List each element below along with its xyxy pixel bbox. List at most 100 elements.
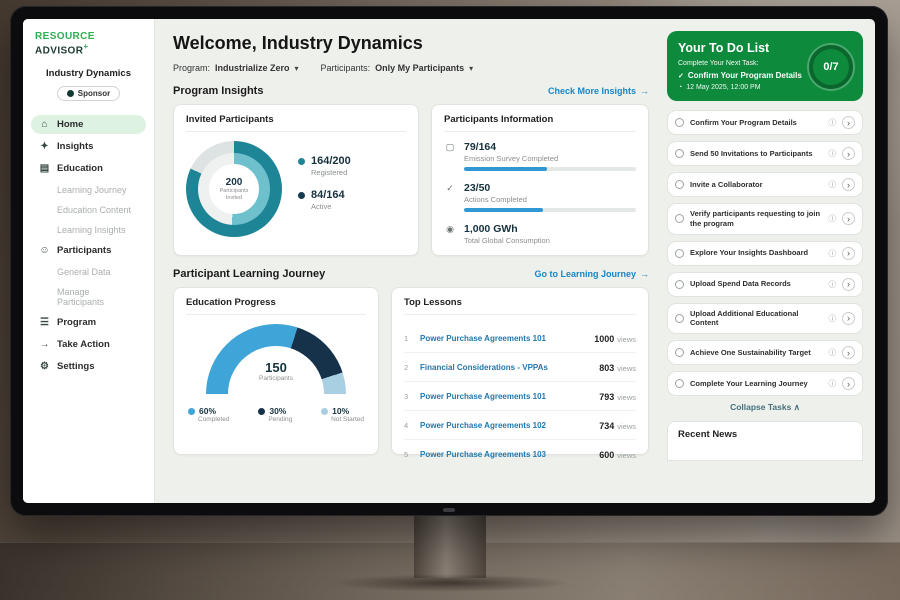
participants-dropdown[interactable]: Participants: Only My Participants ▾ <box>321 63 474 73</box>
task-label: Confirm Your Program Details <box>690 118 823 128</box>
lesson-views-label: views <box>617 451 636 460</box>
participants-dropdown-label: Participants: <box>321 63 371 73</box>
sidebar-item-participants[interactable]: ☺ Participants <box>31 241 146 260</box>
filter-bar: Program: Industrialize Zero ▾ Participan… <box>173 63 649 73</box>
lesson-link[interactable]: Power Purchase Agreements 101 <box>420 334 586 343</box>
collapse-tasks-button[interactable]: Collapse Tasks ∧ <box>667 402 863 413</box>
task-send-invitations[interactable]: Send 50 Invitations to Participants ⓘ › <box>667 141 863 166</box>
sidebar-item-education-content[interactable]: Education Content <box>31 201 146 219</box>
task-upload-spend-data[interactable]: Upload Spend Data Records ⓘ › <box>667 272 863 297</box>
task-checkbox[interactable] <box>675 379 684 388</box>
chevron-right-icon[interactable]: › <box>842 278 855 291</box>
sidebar-item-program[interactable]: ☰ Program <box>31 313 146 332</box>
task-checkbox[interactable] <box>675 280 684 289</box>
legend-item-active: 84/164 Active <box>298 189 351 211</box>
not-started-dot-icon <box>321 408 328 415</box>
education-gauge: 150 Participants <box>206 324 346 396</box>
donut-center-value: 200 <box>226 177 243 188</box>
sidebar-nav: ⌂ Home ✦ Insights ▤ Education Learning J… <box>31 115 146 376</box>
sidebar-item-learning-journey[interactable]: Learning Journey <box>31 181 146 199</box>
chevron-right-icon[interactable]: › <box>842 147 855 160</box>
invited-participants-card: Invited Participants 200 Participants In… <box>173 104 419 256</box>
sidebar-item-learning-insights[interactable]: Learning Insights <box>31 221 146 239</box>
legend-item-completed: 60% Completed <box>188 406 229 423</box>
chevron-right-icon[interactable]: › <box>842 312 855 325</box>
task-checkbox[interactable] <box>675 180 684 189</box>
task-label: Send 50 Invitations to Participants <box>690 149 823 159</box>
task-checkbox[interactable] <box>675 118 684 127</box>
sidebar-item-label: Learning Journey <box>57 185 127 195</box>
task-achieve-sustainability-target[interactable]: Achieve One Sustainability Target ⓘ › <box>667 340 863 365</box>
pending-dot-icon <box>258 408 265 415</box>
lesson-link[interactable]: Power Purchase Agreements 102 <box>420 421 591 430</box>
home-icon: ⌂ <box>39 119 50 130</box>
lesson-row: 3 Power Purchase Agreements 101 793views <box>404 382 636 411</box>
sidebar-item-label: Education Content <box>57 205 131 215</box>
donut-center-label: Participants Invited <box>217 188 251 201</box>
task-invite-collaborator[interactable]: Invite a Collaborator ⓘ › <box>667 172 863 197</box>
card-title: Participants Information <box>444 114 636 132</box>
photo-background: RESOURCE ADVISOR+ Industry Dynamics Spon… <box>0 0 900 600</box>
task-checkbox[interactable] <box>675 314 684 323</box>
legend-label: Registered <box>311 168 351 177</box>
lesson-views-label: views <box>617 335 636 344</box>
chevron-right-icon[interactable]: › <box>842 212 855 225</box>
progress-bar <box>464 167 636 171</box>
sidebar-item-education[interactable]: ▤ Education <box>31 159 146 178</box>
survey-icon: ▢ <box>444 141 456 171</box>
sidebar-item-label: Program <box>57 317 96 328</box>
sidebar-item-general-data[interactable]: General Data <box>31 263 146 281</box>
lesson-views-value: 803 <box>599 363 614 373</box>
sidebar-item-label: Participants <box>57 245 111 256</box>
todo-summary-card: Your To Do List Complete Your Next Task:… <box>667 31 863 101</box>
task-verify-participants[interactable]: Verify participants requesting to join t… <box>667 203 863 235</box>
sidebar-item-label: Insights <box>57 141 93 152</box>
sidebar-item-home[interactable]: ⌂ Home <box>31 115 146 134</box>
task-checkbox[interactable] <box>675 249 684 258</box>
stand-shadow <box>330 574 570 592</box>
lesson-link[interactable]: Power Purchase Agreements 103 <box>420 450 591 459</box>
legend-value: 164/200 <box>311 155 351 167</box>
brand-name-primary: RESOURCE <box>35 31 95 42</box>
info-icon: ⓘ <box>829 313 837 324</box>
chevron-right-icon[interactable]: › <box>842 178 855 191</box>
lesson-link[interactable]: Financial Considerations - VPPAs <box>420 363 591 372</box>
active-dot-icon <box>298 192 305 199</box>
task-checkbox[interactable] <box>675 149 684 158</box>
task-complete-learning-journey[interactable]: Complete Your Learning Journey ⓘ › <box>667 371 863 396</box>
info-icon: ⓘ <box>829 148 837 159</box>
chevron-right-icon[interactable]: › <box>842 377 855 390</box>
sponsor-badge-label: Sponsor <box>78 89 110 98</box>
donut-ring-inner: 200 Participants Invited <box>198 153 270 225</box>
info-icon: ⓘ <box>829 279 837 290</box>
insights-cards-row: Invited Participants 200 Participants In… <box>173 104 649 256</box>
dashboard-screen: RESOURCE ADVISOR+ Industry Dynamics Spon… <box>23 19 875 503</box>
info-icon: ⓘ <box>829 179 837 190</box>
chevron-right-icon[interactable]: › <box>842 346 855 359</box>
lesson-link[interactable]: Power Purchase Agreements 101 <box>420 392 591 401</box>
task-checkbox[interactable] <box>675 214 684 223</box>
program-dropdown[interactable]: Program: Industrialize Zero ▾ <box>173 63 299 73</box>
program-dropdown-label: Program: <box>173 63 210 73</box>
chevron-right-icon[interactable]: › <box>842 247 855 260</box>
program-insights-section-header: Program Insights Check More Insights → <box>173 85 649 97</box>
sidebar-item-manage-participants[interactable]: Manage Participants <box>31 283 146 311</box>
task-checkbox[interactable] <box>675 348 684 357</box>
lesson-views-value: 600 <box>599 450 614 460</box>
sidebar-item-insights[interactable]: ✦ Insights <box>31 137 146 156</box>
check-more-insights-link[interactable]: Check More Insights → <box>548 86 649 96</box>
task-upload-educational-content[interactable]: Upload Additional Educational Content ⓘ … <box>667 303 863 335</box>
task-confirm-program-details[interactable]: Confirm Your Program Details ⓘ › <box>667 110 863 135</box>
education-icon: ▤ <box>39 163 50 174</box>
link-label: Go to Learning Journey <box>534 269 636 279</box>
go-to-learning-journey-link[interactable]: Go to Learning Journey → <box>534 269 649 279</box>
task-explore-insights[interactable]: Explore Your Insights Dashboard ⓘ › <box>667 241 863 266</box>
task-label: Verify participants requesting to join t… <box>690 209 823 229</box>
sidebar-item-settings[interactable]: ⚙ Settings <box>31 357 146 376</box>
participants-icon: ☺ <box>39 245 50 256</box>
legend-label: Active <box>311 202 351 211</box>
sidebar-item-take-action[interactable]: → Take Action <box>31 335 146 354</box>
info-row-actions: ✓ 23/50 Actions Completed <box>444 182 636 212</box>
chevron-right-icon[interactable]: › <box>842 116 855 129</box>
info-value: 79/164 <box>464 141 636 153</box>
